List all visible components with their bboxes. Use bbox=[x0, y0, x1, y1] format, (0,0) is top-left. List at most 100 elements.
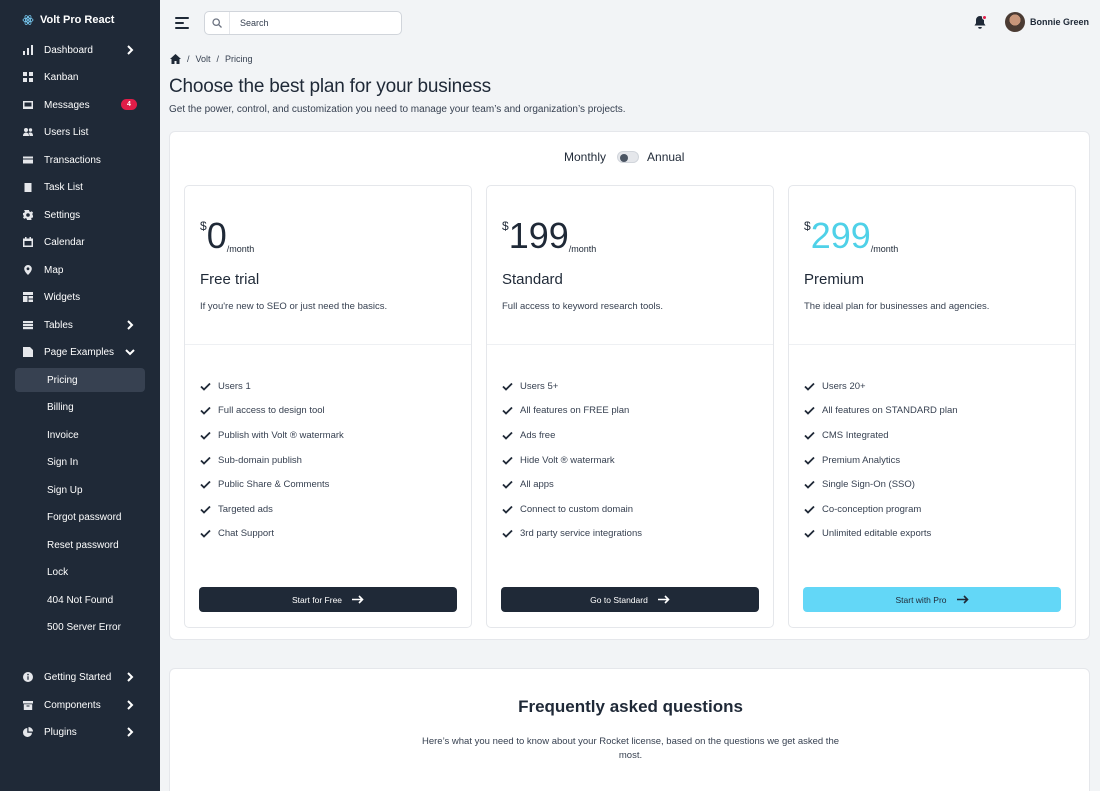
sidebar-subitem-404[interactable]: 404 Not Found bbox=[15, 588, 145, 612]
sidebar-item-label: Pricing bbox=[47, 374, 78, 386]
widgets-icon bbox=[23, 292, 33, 302]
users-icon bbox=[23, 127, 33, 137]
sidebar-item-map[interactable]: Map bbox=[15, 258, 145, 282]
sidebar-subitem-lock[interactable]: Lock bbox=[15, 560, 145, 584]
gear-icon bbox=[23, 210, 33, 220]
sidebar-subitem-500[interactable]: 500 Server Error bbox=[15, 615, 145, 639]
sidebar-item-label: Map bbox=[44, 264, 64, 276]
info-icon bbox=[23, 672, 33, 682]
notification-dot bbox=[982, 15, 987, 20]
check-icon bbox=[804, 481, 815, 489]
check-icon bbox=[502, 505, 513, 514]
feature-item: Sub-domain publish bbox=[200, 448, 344, 473]
sidebar-item-getting-started[interactable]: Getting Started bbox=[15, 665, 145, 689]
plan-name: Standard bbox=[502, 271, 563, 288]
sidebar-subitem-sign-in[interactable]: Sign In bbox=[15, 450, 145, 474]
card-divider bbox=[789, 344, 1075, 345]
check-icon bbox=[804, 456, 815, 465]
feature-item: Users 20+ bbox=[804, 374, 958, 399]
breadcrumb-link-volt[interactable]: Volt bbox=[196, 54, 211, 64]
sidebar-item-label: 404 Not Found bbox=[47, 594, 114, 606]
sidebar-item-plugins[interactable]: Plugins bbox=[15, 720, 145, 744]
plan-amount: 0 bbox=[206, 215, 227, 256]
page-subtitle: Get the power, control, and customizatio… bbox=[169, 104, 626, 115]
sidebar-item-label: Forgot password bbox=[47, 511, 122, 523]
plan-price: $ 299 /month bbox=[804, 215, 899, 256]
plan-description: Full access to keyword research tools. bbox=[502, 301, 664, 312]
billing-switch[interactable] bbox=[617, 151, 640, 163]
start-pro-button[interactable]: Start with Pro bbox=[803, 587, 1061, 612]
check-icon bbox=[502, 431, 513, 440]
feature-item: Co-conception program bbox=[804, 497, 958, 522]
faq-section: Frequently asked questions Here’s what y… bbox=[169, 668, 1090, 791]
sidebar-subitem-pricing[interactable]: Pricing bbox=[15, 368, 145, 392]
check-icon bbox=[200, 431, 211, 440]
go-standard-button[interactable]: Go to Standard bbox=[501, 587, 759, 612]
sidebar-item-users-list[interactable]: Users List bbox=[15, 120, 145, 144]
sidebar-item-components[interactable]: Components bbox=[15, 693, 145, 717]
sidebar-subitem-reset-password[interactable]: Reset password bbox=[15, 533, 145, 557]
sidebar-item-label: Users List bbox=[44, 126, 89, 138]
arrow-right-icon bbox=[657, 595, 670, 604]
sidebar-subitem-sign-up[interactable]: Sign Up bbox=[15, 478, 145, 502]
sidebar-item-label: Task List bbox=[44, 181, 83, 193]
sidebar-item-tables[interactable]: Tables bbox=[15, 313, 145, 337]
brand-logo[interactable]: Volt Pro React bbox=[22, 14, 114, 26]
sidebar-item-label: Dashboard bbox=[44, 44, 93, 56]
sidebar-item-label: 500 Server Error bbox=[47, 621, 121, 633]
sidebar-item-messages[interactable]: Messages 4 bbox=[15, 93, 145, 117]
start-free-button[interactable]: Start for Free bbox=[199, 587, 457, 612]
faq-subtitle: Here’s what you need to know about your … bbox=[421, 736, 840, 761]
sidebar-item-dashboard[interactable]: Dashboard bbox=[15, 38, 145, 62]
location-pin-icon bbox=[23, 265, 33, 275]
clipboard-icon bbox=[23, 182, 33, 192]
check-icon bbox=[804, 407, 815, 416]
arrow-right-icon bbox=[956, 595, 969, 604]
feature-item: Users 5+ bbox=[502, 374, 642, 399]
feature-item: Ads free bbox=[502, 423, 642, 448]
feature-item: Public Share & Comments bbox=[200, 472, 344, 497]
sidebar-item-page-examples[interactable]: Page Examples bbox=[15, 340, 145, 364]
chevron-right-icon bbox=[125, 700, 135, 710]
plan-card-premium: $ 299 /month Premium The ideal plan for … bbox=[788, 185, 1076, 628]
user-name[interactable]: Bonnie Green bbox=[1030, 17, 1089, 27]
sidebar-item-label: Sign Up bbox=[47, 484, 83, 496]
check-icon bbox=[502, 407, 513, 416]
card-divider bbox=[487, 344, 773, 345]
sidebar-item-label: Plugins bbox=[44, 726, 77, 738]
monthly-label[interactable]: Monthly bbox=[564, 150, 606, 164]
archive-icon bbox=[23, 700, 33, 710]
sidebar-subitem-billing[interactable]: Billing bbox=[15, 395, 145, 419]
sidebar-subitem-forgot-password[interactable]: Forgot password bbox=[15, 505, 145, 529]
search-input[interactable] bbox=[230, 18, 390, 28]
sidebar-item-widgets[interactable]: Widgets bbox=[15, 285, 145, 309]
annual-label[interactable]: Annual bbox=[647, 150, 684, 164]
sidebar-subitem-invoice[interactable]: Invoice bbox=[15, 423, 145, 447]
calendar-icon bbox=[23, 237, 33, 247]
feature-item: Hide Volt ® watermark bbox=[502, 448, 642, 473]
sidebar-item-kanban[interactable]: Kanban bbox=[15, 65, 145, 89]
plan-price: $ 0 /month bbox=[200, 215, 255, 256]
menu-toggle-icon[interactable] bbox=[175, 17, 189, 29]
feature-item: Unlimited editable exports bbox=[804, 522, 958, 547]
plan-amount: 299 bbox=[810, 215, 871, 256]
feature-item: Chat Support bbox=[200, 522, 344, 547]
check-icon bbox=[502, 382, 513, 391]
plan-description: The ideal plan for businesses and agenci… bbox=[804, 301, 990, 312]
sidebar-item-label: Page Examples bbox=[44, 346, 115, 358]
sidebar-item-task-list[interactable]: Task List bbox=[15, 175, 145, 199]
sidebar-item-label: Kanban bbox=[44, 71, 79, 83]
sidebar-item-calendar[interactable]: Calendar bbox=[15, 230, 145, 254]
plan-card-standard: $ 199 /month Standard Full access to key… bbox=[486, 185, 774, 628]
sidebar-item-label: Messages bbox=[44, 99, 90, 111]
home-icon[interactable] bbox=[170, 54, 181, 64]
chevron-right-icon bbox=[125, 45, 135, 55]
grid-icon bbox=[23, 72, 33, 82]
user-avatar[interactable] bbox=[1005, 12, 1025, 32]
sidebar-item-settings[interactable]: Settings bbox=[15, 203, 145, 227]
chart-bar-icon bbox=[23, 45, 33, 55]
card-divider bbox=[185, 344, 471, 345]
sidebar-item-label: Calendar bbox=[44, 236, 85, 248]
sidebar-item-transactions[interactable]: Transactions bbox=[15, 148, 145, 172]
notification-bell-icon[interactable] bbox=[973, 15, 987, 30]
